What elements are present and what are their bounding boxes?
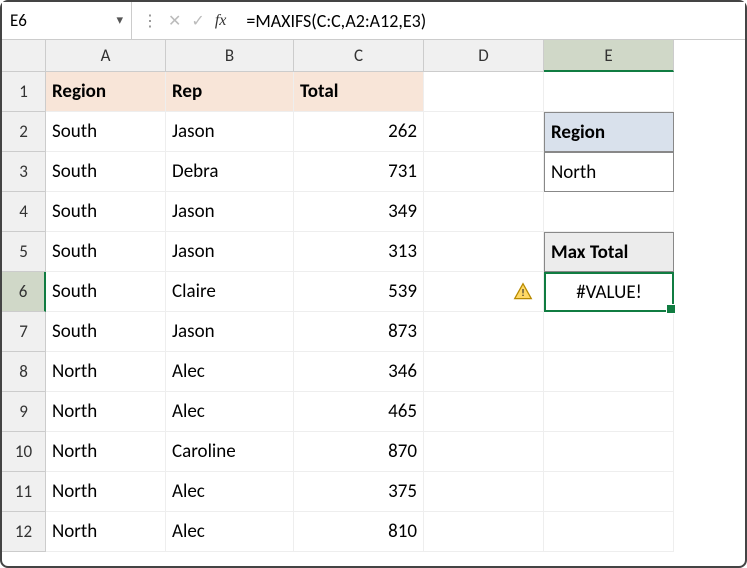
col-header-c[interactable]: C <box>294 40 424 72</box>
svg-text:!: ! <box>521 286 524 299</box>
cell-e4[interactable] <box>544 192 674 232</box>
row-header-8[interactable]: 8 <box>2 352 46 392</box>
name-box-value: E6 <box>10 10 116 31</box>
cell-c10[interactable]: 870 <box>294 432 424 472</box>
cell-d4[interactable] <box>424 192 544 232</box>
fx-icon[interactable]: fx <box>215 12 227 30</box>
select-all-corner[interactable] <box>2 40 46 72</box>
cell-a2[interactable]: South <box>46 112 166 152</box>
cell-a8[interactable]: North <box>46 352 166 392</box>
cell-e3[interactable]: North <box>544 152 674 192</box>
col-header-e[interactable]: E <box>544 40 674 72</box>
cell-a3[interactable]: South <box>46 152 166 192</box>
row-header-3[interactable]: 3 <box>2 152 46 192</box>
cell-e10[interactable] <box>544 432 674 472</box>
row-header-9[interactable]: 9 <box>2 392 46 432</box>
cell-d12[interactable] <box>424 512 544 552</box>
cell-e8[interactable] <box>544 352 674 392</box>
cell-e7[interactable] <box>544 312 674 352</box>
cell-b9[interactable]: Alec <box>166 392 294 432</box>
col-header-a[interactable]: A <box>46 40 166 72</box>
cell-c7[interactable]: 873 <box>294 312 424 352</box>
accept-icon[interactable]: ✓ <box>191 11 204 31</box>
cell-c9[interactable]: 465 <box>294 392 424 432</box>
cell-b12[interactable]: Alec <box>166 512 294 552</box>
spreadsheet-grid[interactable]: A B C D E 1 Region Rep Total 2 South Jas… <box>2 40 745 552</box>
cell-a9[interactable]: North <box>46 392 166 432</box>
cell-b10[interactable]: Caroline <box>166 432 294 472</box>
cell-b6[interactable]: Claire <box>166 272 294 312</box>
row-header-11[interactable]: 11 <box>2 472 46 512</box>
row-header-6[interactable]: 6 <box>2 272 46 312</box>
cell-e6-value: #VALUE! <box>576 281 642 304</box>
formula-input[interactable]: =MAXIFS(C:C,A2:A12,E3) <box>236 10 745 32</box>
row-header-2[interactable]: 2 <box>2 112 46 152</box>
cell-b3[interactable]: Debra <box>166 152 294 192</box>
chevron-down-icon[interactable]: ▾ <box>116 13 123 28</box>
cell-c6[interactable]: 539 <box>294 272 424 312</box>
name-box[interactable]: E6 ▾ <box>2 2 132 39</box>
cell-c1[interactable]: Total <box>294 72 424 112</box>
cell-b4[interactable]: Jason <box>166 192 294 232</box>
cell-d9[interactable] <box>424 392 544 432</box>
cell-e9[interactable] <box>544 392 674 432</box>
row-header-5[interactable]: 5 <box>2 232 46 272</box>
cell-d5[interactable] <box>424 232 544 272</box>
cell-b5[interactable]: Jason <box>166 232 294 272</box>
error-warning-icon[interactable]: ! <box>512 282 534 302</box>
formula-bar: E6 ▾ ⋮ ✕ ✓ fx =MAXIFS(C:C,A2:A12,E3) <box>2 2 745 40</box>
cell-a7[interactable]: South <box>46 312 166 352</box>
cell-a6[interactable]: South <box>46 272 166 312</box>
row-header-7[interactable]: 7 <box>2 312 46 352</box>
cell-b2[interactable]: Jason <box>166 112 294 152</box>
cell-a11[interactable]: North <box>46 472 166 512</box>
cell-d1[interactable] <box>424 72 544 112</box>
formula-bar-icons: ⋮ ✕ ✓ fx <box>132 11 236 31</box>
cell-e11[interactable] <box>544 472 674 512</box>
row-header-10[interactable]: 10 <box>2 432 46 472</box>
cell-e1[interactable] <box>544 72 674 112</box>
row-header-4[interactable]: 4 <box>2 192 46 232</box>
cell-e6-active[interactable]: ! #VALUE! <box>544 272 674 312</box>
cancel-icon[interactable]: ✕ <box>168 11 181 31</box>
cell-c8[interactable]: 346 <box>294 352 424 392</box>
cell-d11[interactable] <box>424 472 544 512</box>
col-header-d[interactable]: D <box>424 40 544 72</box>
cell-a10[interactable]: North <box>46 432 166 472</box>
cell-a5[interactable]: South <box>46 232 166 272</box>
cell-a4[interactable]: South <box>46 192 166 232</box>
cell-a12[interactable]: North <box>46 512 166 552</box>
cell-b1[interactable]: Rep <box>166 72 294 112</box>
cell-e2[interactable]: Region <box>544 112 674 152</box>
cell-d7[interactable] <box>424 312 544 352</box>
cell-e5[interactable]: Max Total <box>544 232 674 272</box>
cell-d10[interactable] <box>424 432 544 472</box>
cell-d3[interactable] <box>424 152 544 192</box>
cell-c12[interactable]: 810 <box>294 512 424 552</box>
cell-c11[interactable]: 375 <box>294 472 424 512</box>
cell-b7[interactable]: Jason <box>166 312 294 352</box>
cell-a1[interactable]: Region <box>46 72 166 112</box>
cell-c3[interactable]: 731 <box>294 152 424 192</box>
more-icon[interactable]: ⋮ <box>142 11 158 31</box>
cell-b11[interactable]: Alec <box>166 472 294 512</box>
cell-d2[interactable] <box>424 112 544 152</box>
col-header-b[interactable]: B <box>166 40 294 72</box>
cell-c2[interactable]: 262 <box>294 112 424 152</box>
cell-c4[interactable]: 349 <box>294 192 424 232</box>
cell-c5[interactable]: 313 <box>294 232 424 272</box>
cell-e12[interactable] <box>544 512 674 552</box>
cell-b8[interactable]: Alec <box>166 352 294 392</box>
cell-d8[interactable] <box>424 352 544 392</box>
row-header-1[interactable]: 1 <box>2 72 46 112</box>
row-header-12[interactable]: 12 <box>2 512 46 552</box>
